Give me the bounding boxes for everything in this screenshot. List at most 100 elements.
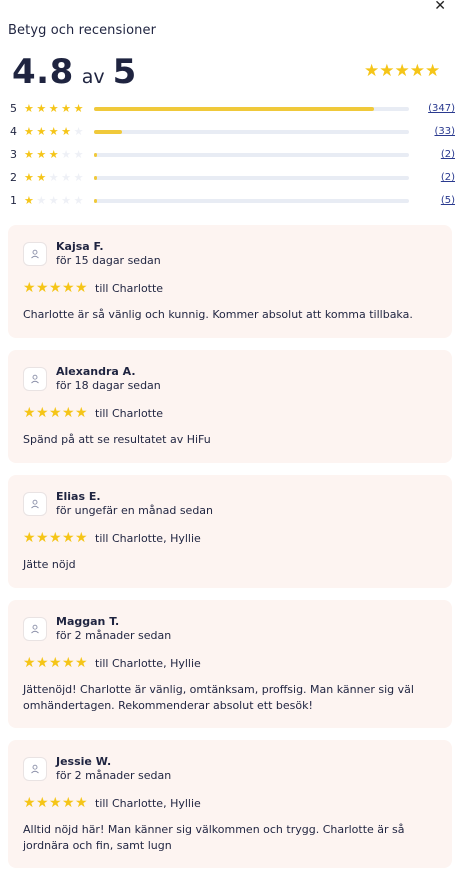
review-header: Elias E. för ungefär en månad sedan	[23, 487, 437, 518]
star-icon: ★	[36, 148, 47, 161]
review-date: för ungefär en månad sedan	[56, 504, 214, 517]
review-date: för 2 månader sedan	[56, 629, 172, 642]
star-icon: ★	[61, 102, 72, 115]
star-icon: ★	[379, 61, 395, 81]
star-icon: ★	[36, 530, 49, 546]
review-text: Spänd på att se resultatet av HiFu	[23, 433, 211, 446]
close-icon[interactable]: ✕	[434, 0, 446, 13]
star-icon: ★	[62, 280, 75, 296]
row-stars: ★ ★ ★ ★ ★	[24, 149, 88, 160]
reviewer-info: Alexandra A. för 18 dagar sedan	[56, 362, 161, 393]
review-rating: ★ ★ ★ ★ ★ till Charlotte, Hyllie	[23, 531, 437, 546]
distribution-row: 4 ★ ★ ★ ★ ★ (33)	[10, 120, 455, 143]
rating-bar-fill	[94, 106, 375, 111]
row-stars: ★ ★ ★ ★ ★	[24, 172, 88, 183]
star-icon: ★	[49, 405, 62, 421]
star-icon: ★	[73, 125, 84, 138]
star-icon: ★	[73, 171, 84, 184]
rating-bar-track	[94, 106, 409, 111]
section-title: Betyg och recensioner	[8, 23, 157, 38]
user-icon	[23, 367, 47, 391]
star-icon: ★	[48, 102, 59, 115]
rating-bar-fill	[94, 129, 123, 134]
rating-bar-track	[94, 129, 409, 134]
review-rating: ★ ★ ★ ★ ★ till Charlotte, Hyllie	[23, 656, 437, 671]
review-text: Alltid nöjd här! Man känner sig välkomme…	[23, 823, 405, 852]
review-list: Kajsa F. för 15 dagar sedan ★ ★ ★ ★ ★ till Char…	[8, 225, 452, 880]
review-header: Maggan T. för 2 månader sedan	[23, 612, 437, 643]
user-icon	[23, 492, 47, 516]
star-icon: ★	[61, 171, 72, 184]
review-text: Jättenöjd! Charlotte är vänlig, omtänksa…	[23, 683, 414, 712]
review-card: Jessie W. för 2 månader sedan ★ ★ ★ ★ ★ till Ch…	[8, 740, 452, 868]
reviewer-name: Jessie W.	[56, 755, 112, 768]
reviewer-name: Alexandra A.	[56, 365, 136, 378]
review-staff: till Charlotte, Hyllie	[95, 657, 201, 670]
star-icon: ★	[75, 530, 88, 546]
star-level-label: 2	[10, 171, 17, 184]
rating-count-link[interactable]: (347)	[415, 103, 455, 114]
review-text: Charlotte är så vänlig och kunnig. Komme…	[23, 308, 413, 321]
rating-count-link[interactable]: (2)	[415, 172, 455, 183]
user-icon	[23, 242, 47, 266]
star-icon: ★	[62, 655, 75, 671]
rating-count-link[interactable]: (2)	[415, 149, 455, 160]
rating-count-link[interactable]: (33)	[415, 126, 455, 137]
review-header: Kajsa F. för 15 dagar sedan	[23, 237, 437, 268]
review-header: Jessie W. för 2 månader sedan	[23, 752, 437, 783]
review-card: Maggan T. för 2 månader sedan ★ ★ ★ ★ ★ till Ch…	[8, 600, 452, 728]
star-icon: ★	[75, 280, 88, 296]
rating-bar-fill	[94, 198, 98, 203]
star-icon: ★	[24, 102, 34, 115]
review-staff: till Charlotte, Hyllie	[95, 532, 201, 545]
user-icon	[23, 757, 47, 781]
overall-stars: ★ ★ ★ ★ ★	[364, 61, 440, 81]
star-icon: ★	[23, 405, 36, 421]
star-icon: ★	[23, 795, 36, 811]
star-icon: ★	[73, 148, 84, 161]
star-icon: ★	[36, 655, 49, 671]
review-rating: ★ ★ ★ ★ ★ till Charlotte	[23, 281, 437, 296]
review-card: Elias E. för ungefär en månad sedan ★ ★ ★ ★ ★ t…	[8, 475, 452, 588]
star-icon: ★	[364, 61, 380, 81]
star-icon: ★	[73, 102, 84, 115]
review-staff: till Charlotte, Hyllie	[95, 797, 201, 810]
star-icon: ★	[409, 61, 425, 81]
star-icon: ★	[62, 795, 75, 811]
user-icon	[23, 617, 47, 641]
review-date: för 18 dagar sedan	[56, 379, 161, 392]
star-icon: ★	[36, 405, 49, 421]
star-icon: ★	[36, 125, 47, 138]
star-level-label: 4	[10, 125, 17, 138]
reviewer-name: Maggan T.	[56, 615, 120, 628]
rating-distribution: 5 ★ ★ ★ ★ ★ (347) 4 ★ ★ ★ ★ ★ (33) 3 ★ ★ ★ ★ ★ (2) 2 ★ ★ ★ ★ ★ (2) 1…	[10, 97, 455, 212]
star-icon: ★	[23, 655, 36, 671]
overall-score: 4.8 av 5	[12, 52, 137, 92]
reviewer-info: Maggan T. för 2 månader sedan	[56, 612, 171, 643]
star-icon: ★	[62, 530, 75, 546]
star-icon: ★	[48, 148, 59, 161]
star-icon: ★	[75, 795, 88, 811]
reviewer-info: Kajsa F. för 15 dagar sedan	[56, 237, 161, 268]
star-icon: ★	[23, 530, 36, 546]
rating-bar-track	[94, 152, 409, 157]
review-stars: ★ ★ ★ ★ ★	[23, 406, 88, 421]
star-level-label: 3	[10, 148, 17, 161]
score-max: 5	[112, 52, 137, 92]
row-stars: ★ ★ ★ ★ ★	[24, 103, 88, 114]
rating-bar-track	[94, 175, 409, 180]
row-stars: ★ ★ ★ ★ ★	[24, 195, 88, 206]
reviewer-info: Elias E. för ungefär en månad sedan	[56, 487, 213, 518]
rating-count-link[interactable]: (5)	[415, 195, 455, 206]
star-icon: ★	[62, 405, 75, 421]
reviewer-name: Kajsa F.	[56, 240, 104, 253]
score-value: 4.8	[12, 52, 74, 92]
star-level-label: 5	[10, 102, 17, 115]
star-icon: ★	[36, 194, 47, 207]
rating-bar-track	[94, 198, 409, 203]
star-icon: ★	[75, 405, 88, 421]
review-header: Alexandra A. för 18 dagar sedan	[23, 362, 437, 393]
star-icon: ★	[36, 795, 49, 811]
star-icon: ★	[49, 280, 62, 296]
review-stars: ★ ★ ★ ★ ★	[23, 796, 88, 811]
